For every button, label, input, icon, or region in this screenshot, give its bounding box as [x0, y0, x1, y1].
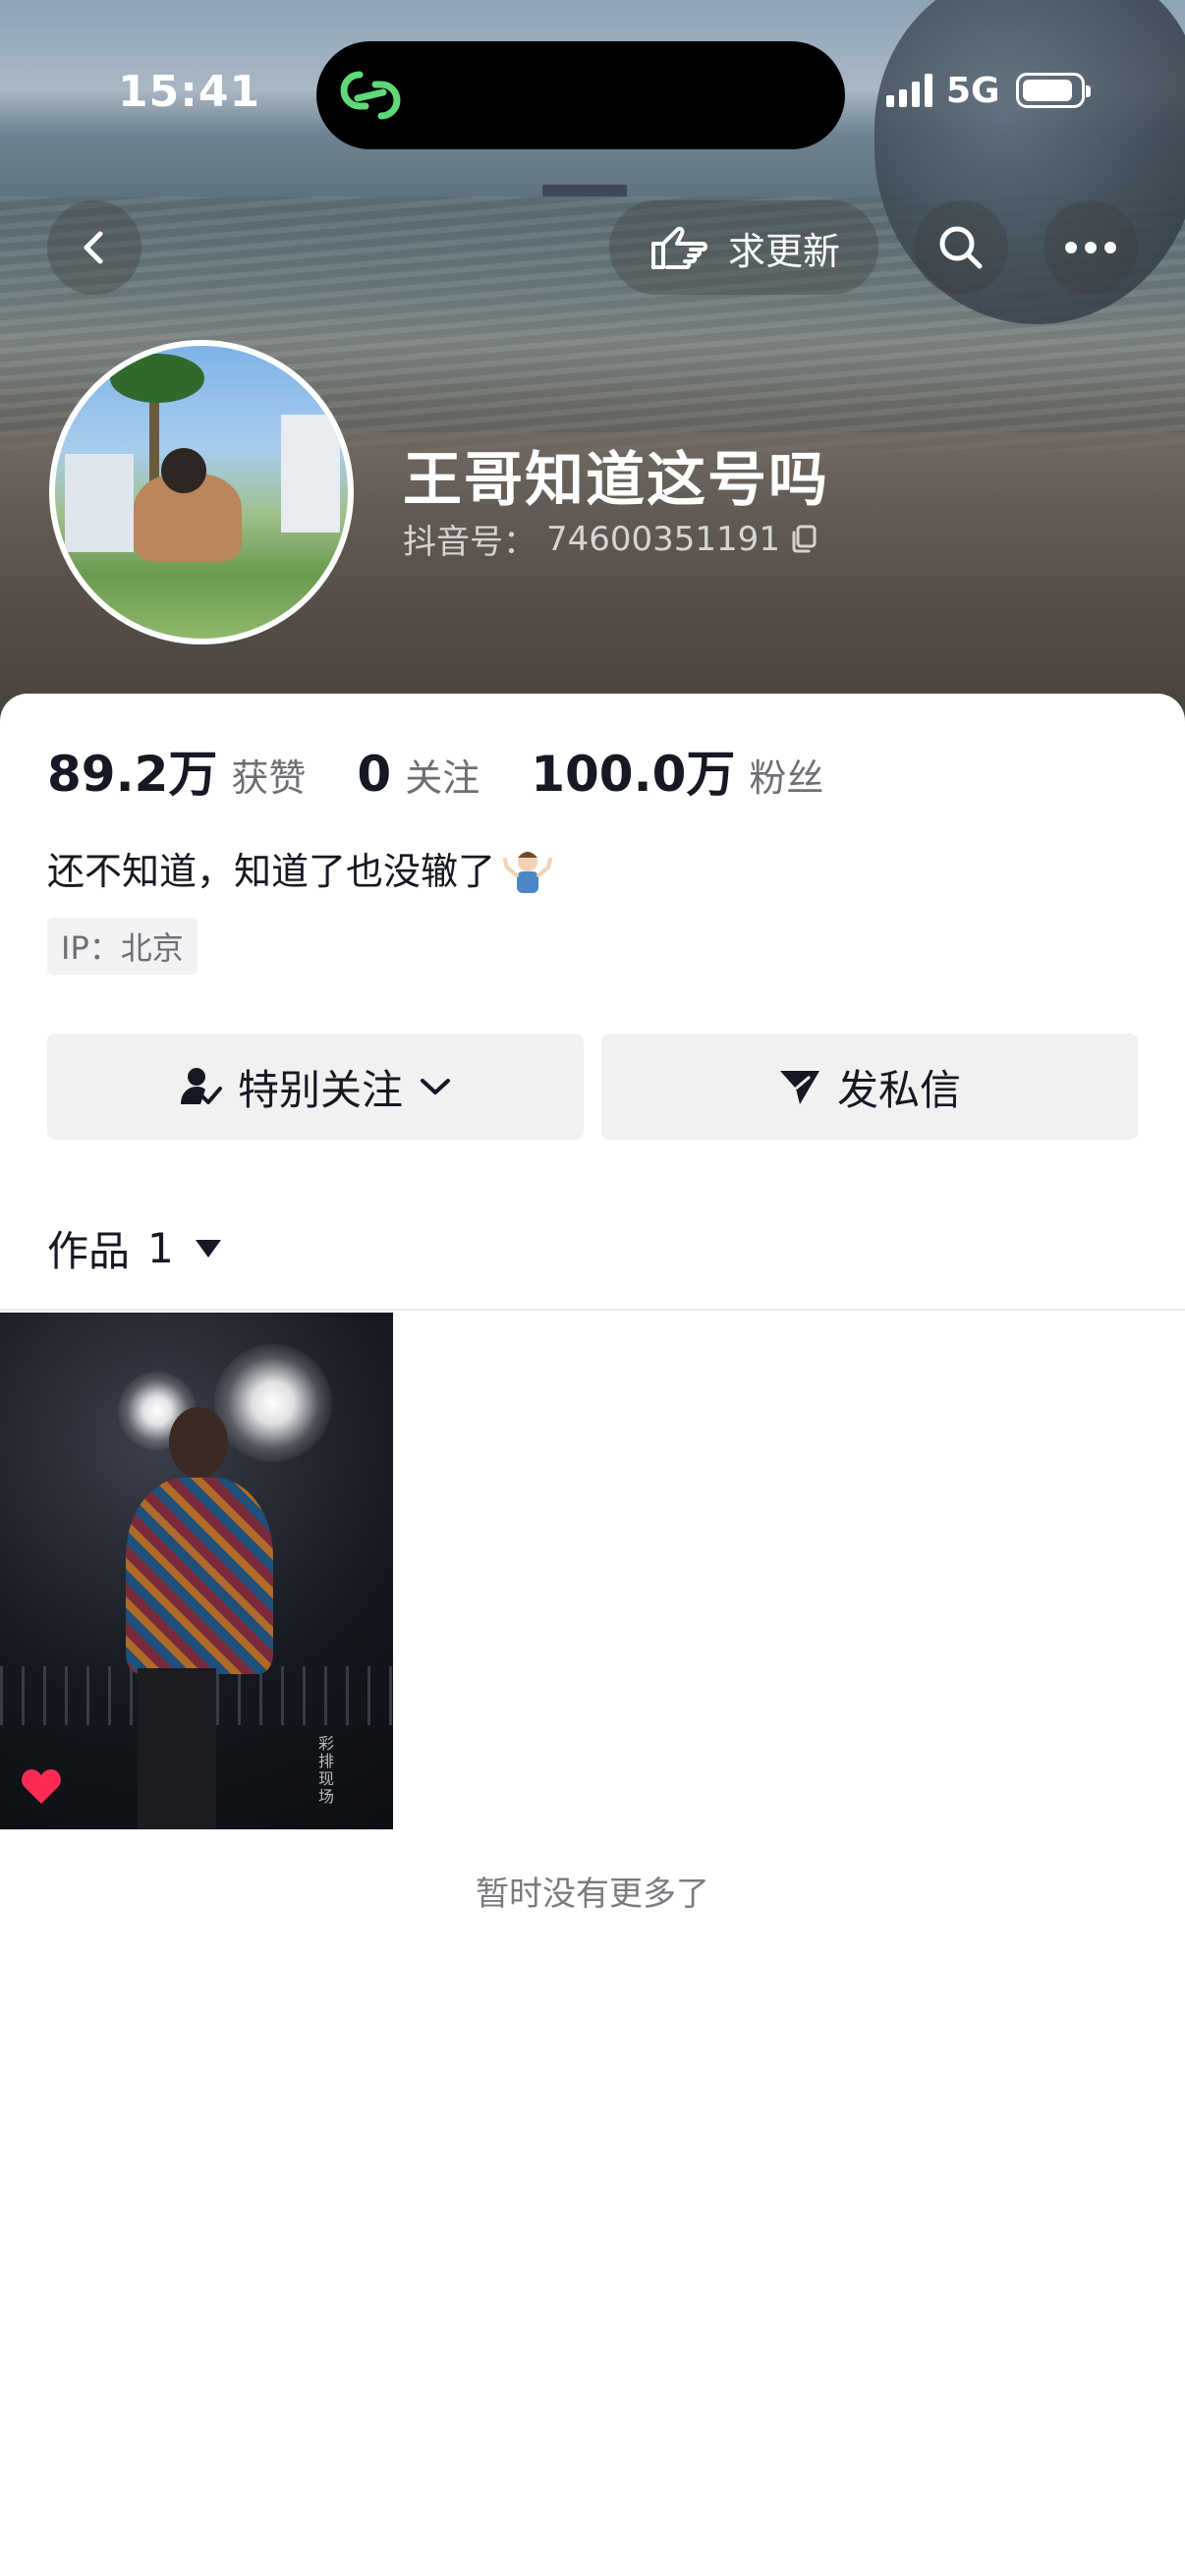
pointing-hand-icon — [650, 226, 707, 269]
live-activity-icon — [340, 71, 401, 120]
stats-row: 89.2万 获赞 0 关注 100.0万 粉丝 — [47, 735, 875, 806]
tab-works-label: 作品 — [47, 1227, 131, 1275]
stat-followers[interactable]: 100.0万 粉丝 — [531, 735, 823, 806]
tab-works-count: 1 — [147, 1224, 174, 1272]
no-more-text: 暂时没有更多了 — [476, 1875, 709, 1914]
video-overlay-text: 彩排现场 — [318, 1734, 335, 1806]
stat-likes-value: 89.2万 — [47, 746, 218, 803]
status-indicators: 5G — [886, 70, 1091, 111]
back-button[interactable] — [47, 200, 141, 295]
douyin-id-value: 74600351191 — [546, 519, 780, 559]
search-icon — [939, 226, 983, 269]
send-icon — [779, 1071, 819, 1104]
user-check-icon — [180, 1068, 222, 1104]
chevron-left-icon — [84, 231, 103, 264]
network-type: 5G — [946, 70, 1000, 111]
chevron-down-icon — [421, 1079, 450, 1094]
battery-level — [1022, 80, 1072, 101]
request-update-label: 求更新 — [727, 229, 840, 273]
request-update-button[interactable]: 求更新 — [609, 200, 878, 295]
signal-icon — [886, 74, 932, 107]
send-message-button[interactable]: 发私信 — [601, 1034, 1138, 1140]
stat-likes-label: 获赞 — [231, 756, 307, 800]
ip-location-tag: IP：北京 — [47, 918, 198, 975]
special-follow-label: 特别关注 — [237, 1065, 403, 1114]
tab-works[interactable]: 作品 1 — [47, 1218, 221, 1278]
person-shrugging-icon — [503, 851, 553, 893]
cover-ship — [542, 185, 627, 196]
special-follow-button[interactable]: 特别关注 — [47, 1034, 584, 1140]
more-button[interactable] — [1044, 200, 1138, 295]
stat-following[interactable]: 0 关注 — [357, 746, 480, 803]
tab-divider — [0, 1309, 1185, 1311]
battery-icon — [1015, 73, 1091, 108]
copy-icon[interactable] — [790, 525, 818, 554]
caret-down-icon[interactable] — [195, 1239, 221, 1258]
heart-icon — [22, 1769, 61, 1804]
bio-text: 还不知道，知道了也没辙了 — [47, 850, 496, 893]
bio: 还不知道，知道了也没辙了 — [47, 841, 553, 895]
stat-following-label: 关注 — [405, 756, 480, 800]
nickname: 王哥知道这号吗 — [403, 446, 829, 515]
stat-likes[interactable]: 89.2万 获赞 — [47, 735, 306, 806]
stat-followers-label: 粉丝 — [749, 756, 824, 800]
douyin-id[interactable]: 抖音号： 74600351191 — [403, 515, 818, 563]
video-card[interactable]: 彩排现场 — [0, 1313, 393, 1829]
status-time: 15:41 — [118, 67, 261, 117]
avatar[interactable] — [49, 340, 354, 644]
send-message-label: 发私信 — [836, 1065, 961, 1114]
stat-following-value: 0 — [357, 746, 392, 803]
douyin-id-label: 抖音号： — [403, 523, 536, 562]
search-button[interactable] — [914, 200, 1008, 295]
stat-followers-value: 100.0万 — [531, 746, 736, 803]
more-icon — [1065, 242, 1116, 253]
dynamic-island — [316, 41, 845, 149]
